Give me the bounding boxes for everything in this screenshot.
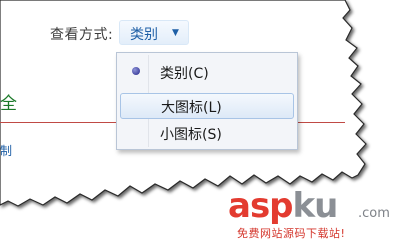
view-mode-menu: 类别(C) 大图标(L) 小图标(S) xyxy=(116,52,298,150)
menu-item-label: 大图标(L) xyxy=(161,100,222,116)
category-heading-fragment: 全 xyxy=(0,94,17,114)
menu-item-label: 类别(C) xyxy=(160,66,209,82)
menu-item-label: 小图标(S) xyxy=(160,127,222,143)
watermark-tagline: 免费网站源码下载站! xyxy=(237,227,346,240)
torn-screenshot: 查看方式: 类别 ▼ 全 制 类别(C) 大图标(L) 小图标(S) aspku… xyxy=(0,0,400,243)
menu-item-small-icons[interactable]: 小图标(S) xyxy=(120,120,294,146)
menu-item-large-icons[interactable]: 大图标(L) xyxy=(120,93,294,119)
link-fragment[interactable]: 制 xyxy=(0,142,12,159)
chevron-down-icon: ▼ xyxy=(172,28,179,38)
view-mode-selected-value: 类别 xyxy=(130,27,158,43)
radio-selected-icon xyxy=(132,67,140,75)
watermark-logo: aspku xyxy=(228,186,339,226)
watermark-tld: .com xyxy=(358,206,390,221)
watermark-part1: asp xyxy=(228,186,294,226)
watermark-part2: ku xyxy=(292,186,339,226)
menu-item-category[interactable]: 类别(C) xyxy=(120,59,294,85)
view-mode-label: 查看方式: xyxy=(50,27,114,43)
view-mode-dropdown[interactable]: 类别 ▼ xyxy=(119,20,189,45)
